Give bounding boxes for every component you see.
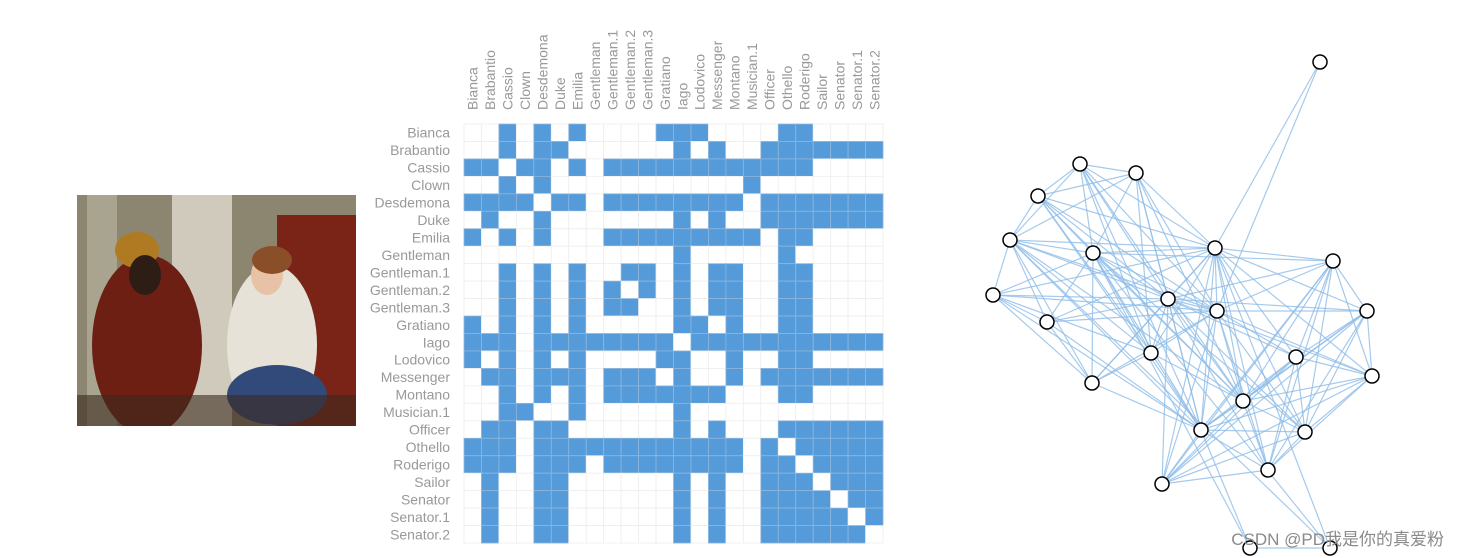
graph-node[interactable] <box>1084 375 1100 391</box>
graph-edge <box>1214 247 1306 433</box>
graph-edge <box>1267 375 1373 471</box>
graph-node[interactable] <box>985 287 1001 303</box>
graph-edge <box>1366 310 1373 377</box>
graph-edge <box>1214 61 1321 249</box>
graph-edge <box>1161 431 1306 485</box>
graph-node[interactable] <box>1085 245 1101 261</box>
graph-edge <box>992 252 1094 296</box>
graph-edge <box>1167 298 1244 402</box>
graph-node[interactable] <box>1312 54 1328 70</box>
graph-edge <box>992 239 1011 296</box>
watermark: CSDN @PD我是你的真爱粉 <box>1231 530 1444 549</box>
graph-node[interactable] <box>1297 424 1313 440</box>
graph-node[interactable] <box>1128 165 1144 181</box>
graph-edge <box>1037 195 1152 354</box>
graph-node[interactable] <box>1154 476 1170 492</box>
graph-node[interactable] <box>1364 368 1380 384</box>
graph-node[interactable] <box>1193 422 1209 438</box>
graph-node[interactable] <box>1002 232 1018 248</box>
graph-node[interactable] <box>1207 240 1223 256</box>
graph-node[interactable] <box>1235 393 1251 409</box>
graph-edge <box>1046 321 1093 384</box>
graph-node[interactable] <box>1039 314 1055 330</box>
edges <box>992 61 1373 549</box>
graph-node[interactable] <box>1288 349 1304 365</box>
graph-edge <box>992 294 1048 323</box>
graph-edge <box>1079 163 1218 312</box>
graph-node[interactable] <box>1260 462 1276 478</box>
graph-edge <box>1267 260 1334 471</box>
network-graph <box>985 54 1380 556</box>
graph-node[interactable] <box>1325 253 1341 269</box>
graph-edge <box>1200 429 1269 471</box>
graph-edge <box>1079 163 1137 174</box>
graph-edge <box>1150 352 1202 431</box>
graph-node[interactable] <box>1160 291 1176 307</box>
graph-edge <box>1009 195 1039 241</box>
graph-edge <box>1267 310 1368 471</box>
graph-edge <box>1009 239 1093 384</box>
graph-node[interactable] <box>1359 303 1375 319</box>
graph-node[interactable] <box>1209 303 1225 319</box>
graph-node[interactable] <box>1030 188 1046 204</box>
graph-edge <box>1295 310 1368 358</box>
graph-node[interactable] <box>1143 345 1159 361</box>
graph-node[interactable] <box>1072 156 1088 172</box>
